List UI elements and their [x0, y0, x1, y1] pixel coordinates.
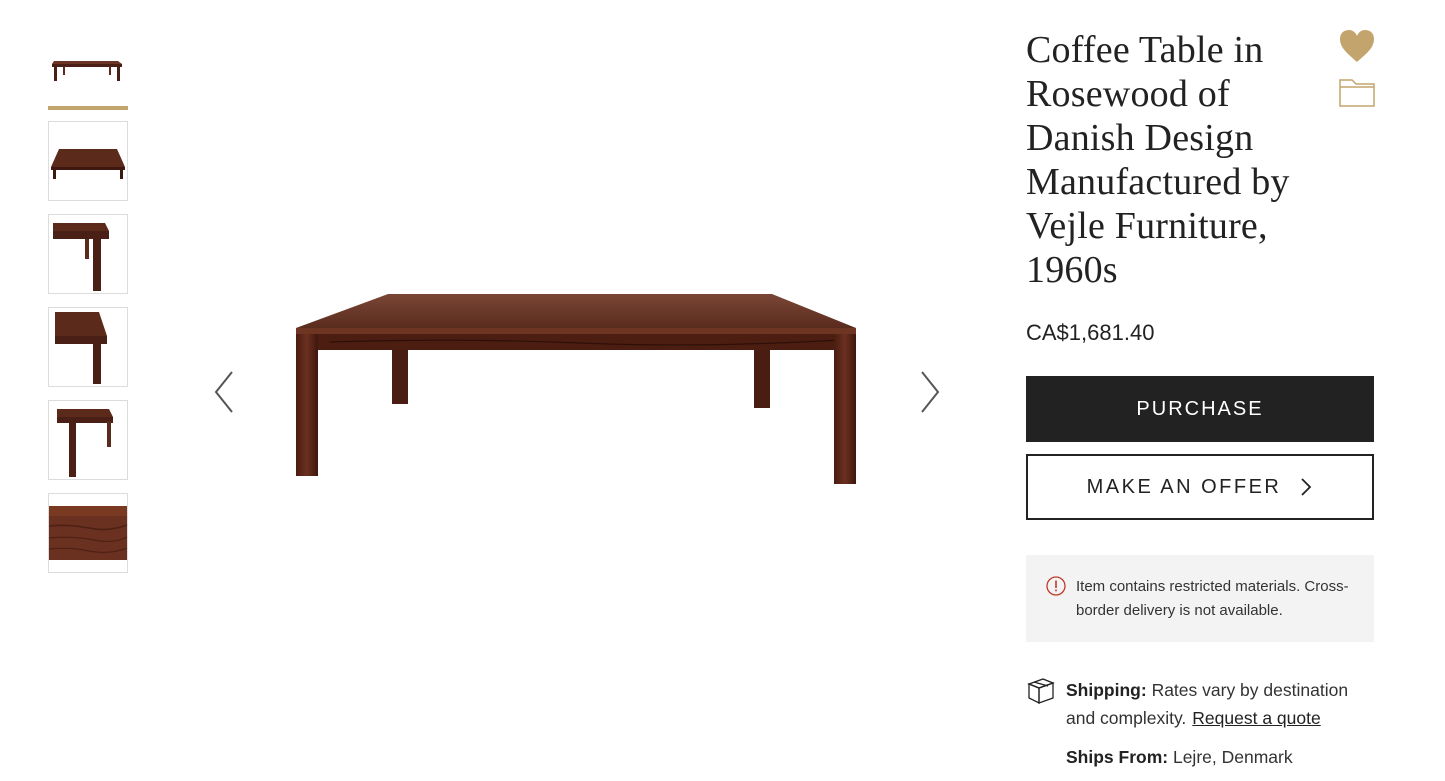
shipping-text-block: Shipping: Rates vary by destination and …	[1066, 676, 1376, 732]
chevron-right-icon	[1299, 476, 1313, 498]
ships-from-label: Ships From:	[1066, 747, 1169, 767]
favorite-button[interactable]	[1338, 28, 1376, 64]
ships-from-value: Lejre, Denmark	[1172, 747, 1293, 767]
next-image-button[interactable]	[914, 366, 944, 418]
chevron-left-icon	[214, 371, 233, 413]
thumbnail-1-image	[48, 28, 126, 106]
purchase-button[interactable]: PURCHASE	[1026, 376, 1374, 442]
thumbnail-3[interactable]	[48, 214, 128, 294]
notice-text: Item contains restricted materials. Cros…	[1076, 578, 1349, 619]
thumbnail-6[interactable]	[48, 493, 128, 573]
folder-icon	[1339, 79, 1375, 107]
chevron-right-icon	[921, 371, 940, 413]
ships-from: Ships From: Lejre, Denmark	[1066, 744, 1293, 770]
alert-icon	[1046, 576, 1066, 596]
thumbnail-5[interactable]	[48, 400, 128, 480]
thumbnail-1[interactable]	[48, 28, 128, 110]
thumbnail-2-image	[49, 122, 127, 200]
coffee-table-image	[296, 294, 856, 484]
thumbnail-4[interactable]	[48, 307, 128, 387]
previous-image-button[interactable]	[210, 366, 240, 418]
restricted-materials-notice: Item contains restricted materials. Cros…	[1026, 555, 1374, 642]
package-icon	[1026, 676, 1055, 705]
main-product-image[interactable]	[260, 250, 900, 510]
save-to-folder-button[interactable]	[1338, 76, 1376, 108]
make-offer-button[interactable]: MAKE AN OFFER	[1026, 454, 1374, 520]
thumbnail-6-image	[49, 494, 127, 572]
thumbnail-2[interactable]	[48, 121, 128, 201]
thumbnail-3-image	[49, 215, 127, 293]
product-price: CA$1,681.40	[1026, 320, 1155, 345]
shipping-label: Shipping:	[1066, 680, 1147, 700]
heart-icon	[1340, 30, 1374, 62]
thumbnail-5-image	[49, 401, 127, 479]
product-title: Coffee Table in Rosewood of Danish Desig…	[1026, 29, 1290, 291]
purchase-button-label: PURCHASE	[1136, 397, 1264, 420]
thumbnail-4-image	[49, 308, 127, 386]
make-offer-button-label: MAKE AN OFFER	[1086, 475, 1282, 498]
request-quote-link[interactable]: Request a quote	[1192, 708, 1320, 728]
